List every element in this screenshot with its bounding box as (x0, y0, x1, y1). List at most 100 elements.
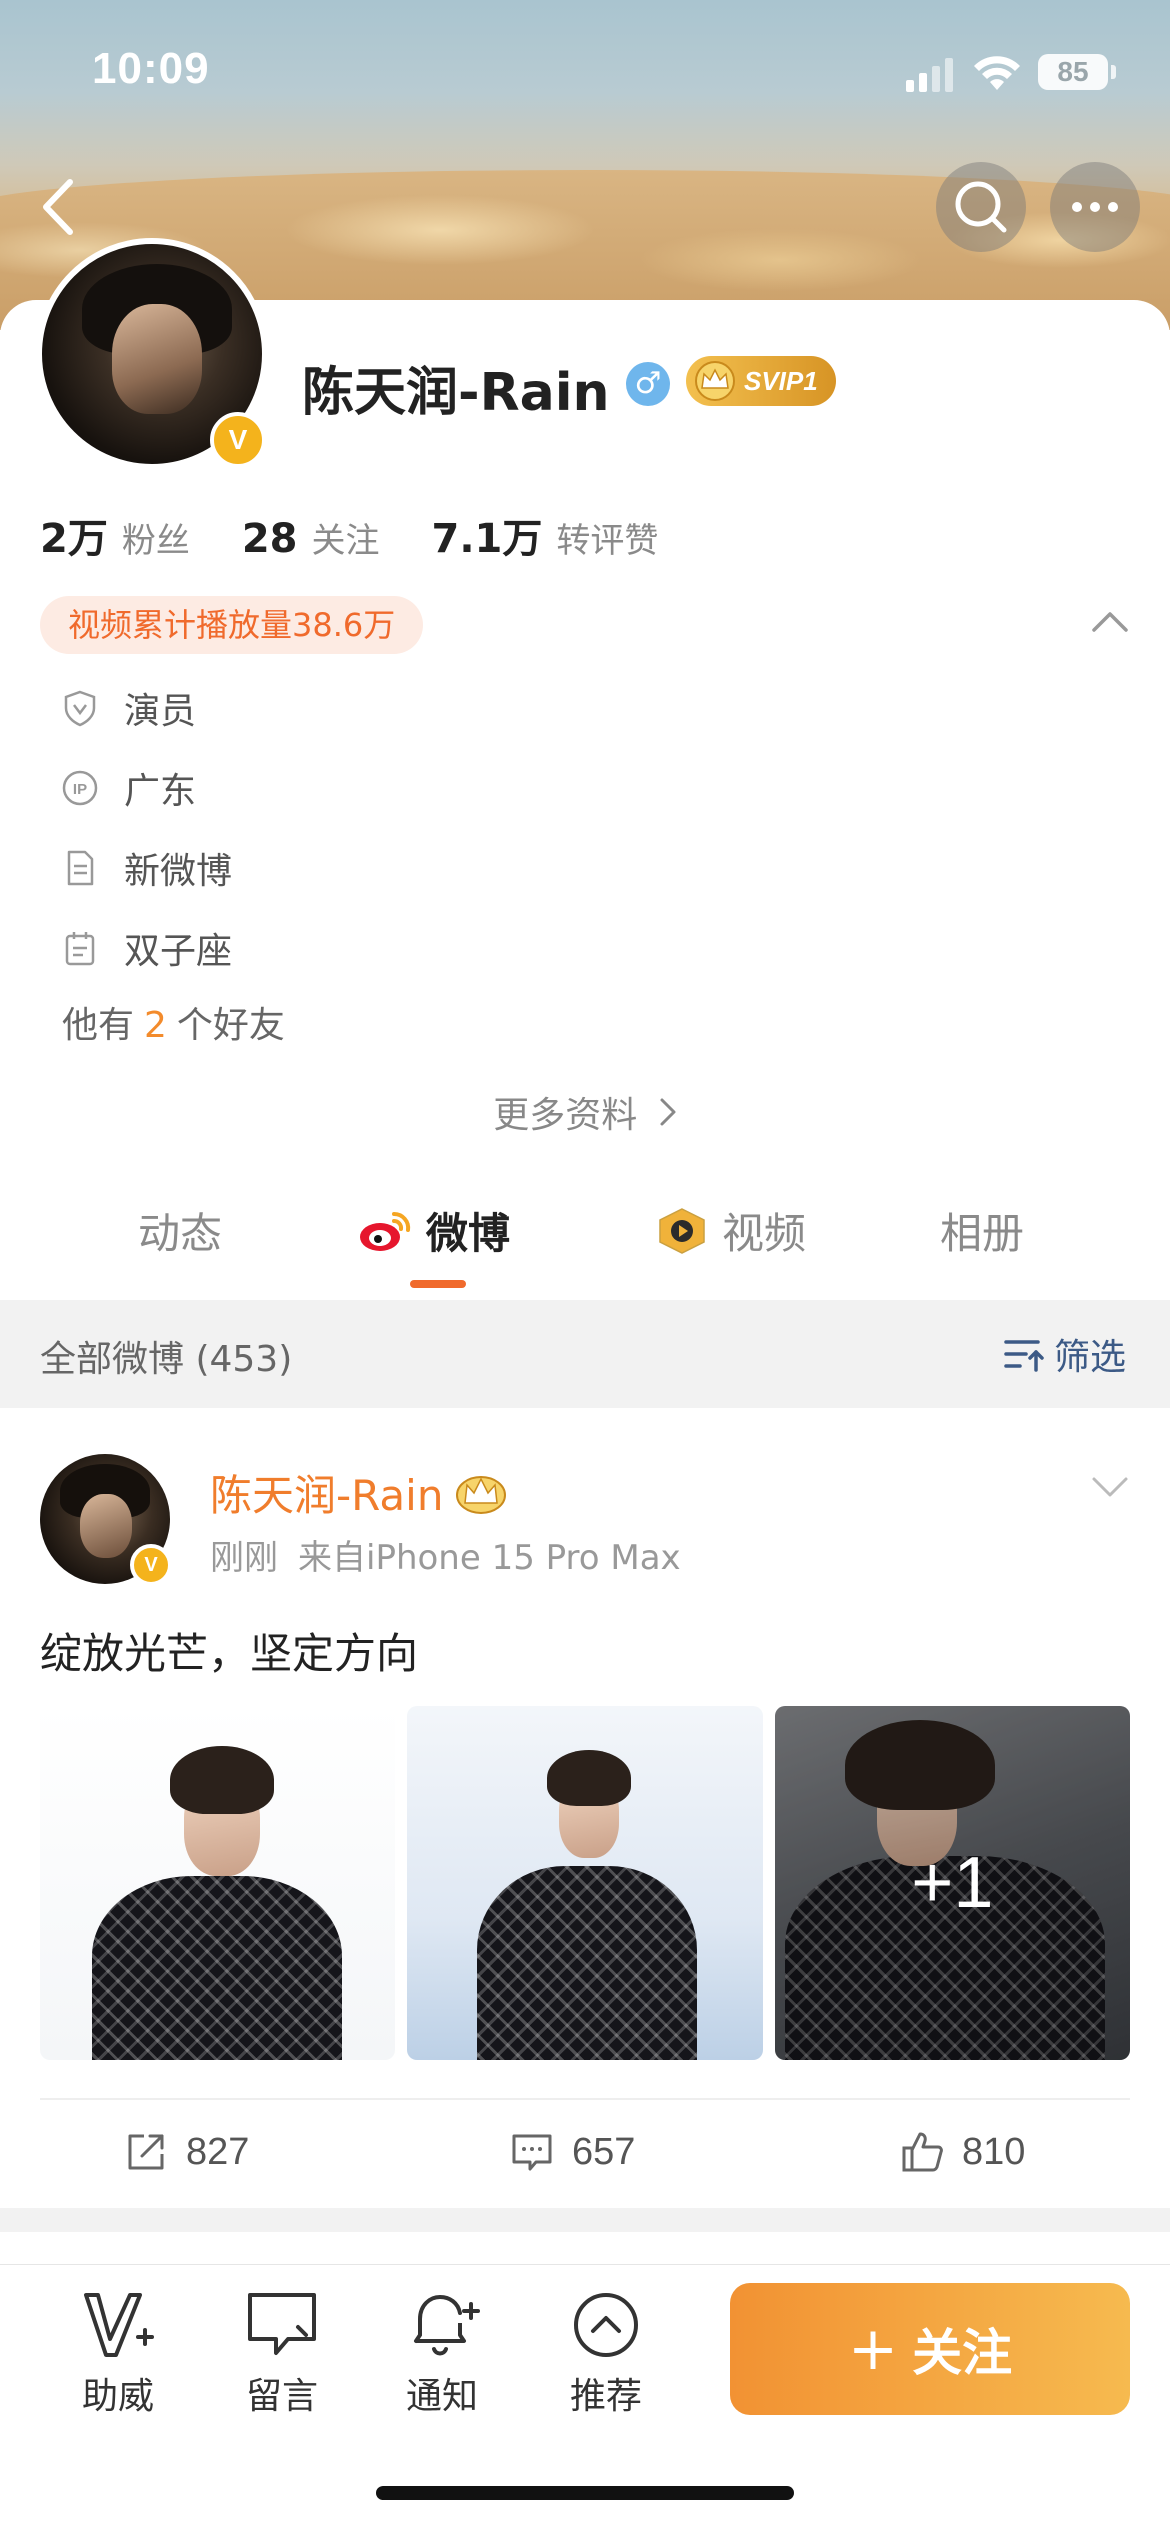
weibo-logo-icon (360, 1211, 411, 1251)
post-author-avatar[interactable]: V (40, 1454, 172, 1586)
info-row-location: IP 广东 (60, 758, 196, 818)
search-button[interactable] (936, 162, 1026, 252)
chevron-up-circle-icon (574, 2293, 638, 2357)
profile-tabs: 动态 微博 视频 相册 (0, 1180, 1170, 1290)
tab-label: 相册 (940, 1209, 1025, 1258)
active-tab-indicator (410, 1280, 466, 1288)
feed-separator (0, 2208, 1170, 2232)
post-divider (40, 2098, 1130, 2100)
tab-video[interactable]: 视频 (652, 1200, 806, 1261)
post-actions: 827 657 810 (0, 2108, 1170, 2208)
search-icon (955, 181, 1007, 233)
stat-followers[interactable]: 2万 粉丝 (40, 506, 190, 564)
recommend-label: 推荐 (569, 2376, 642, 2417)
tab-album[interactable]: 相册 (940, 1200, 1024, 1261)
repost-icon (128, 2134, 164, 2170)
stat-label: 转评赞 (556, 521, 659, 561)
cheer-button[interactable]: 助威 (58, 2287, 178, 2419)
friends-suffix: 个好友 (176, 1005, 285, 1046)
author-label: 陈天润-Rain (210, 1471, 444, 1520)
post-image-3[interactable]: +1 (774, 1706, 1130, 2060)
more-images-count: +1 (774, 1706, 1130, 2060)
feed-header: 全部微博 (453) 筛选 (0, 1300, 1170, 1408)
home-indicator[interactable] (376, 2486, 794, 2500)
friends-row[interactable]: 他有 2 个好友 (62, 996, 285, 1048)
tab-dynamic[interactable]: 动态 (138, 1200, 222, 1261)
stat-interactions[interactable]: 7.1万 转评赞 (432, 506, 659, 564)
filter-sort-icon (1004, 1340, 1044, 1372)
thumbs-up-icon (902, 2132, 943, 2172)
message-button[interactable]: 留言 (222, 2287, 342, 2419)
calendar-icon (65, 932, 95, 966)
post-author-name[interactable]: 陈天润-Rain (210, 1462, 509, 1523)
filter-button[interactable]: 筛选 (1002, 1328, 1126, 1380)
back-button[interactable] (30, 172, 90, 242)
verified-badge-icon: V (210, 412, 266, 468)
post-text: 绽放光芒，坚定方向 (40, 1629, 419, 1678)
profile-name: 陈天润-Rain (302, 363, 610, 423)
post-source: 来自iPhone 15 Pro Max (298, 1538, 681, 1578)
more-options-button[interactable] (1050, 162, 1140, 252)
post-image-grid: +1 (40, 1706, 1130, 2060)
crown-icon (456, 1475, 507, 1514)
repost-count: 827 (186, 2130, 250, 2173)
chevron-up-icon[interactable] (1088, 606, 1132, 636)
info-row-zodiac: 双子座 (60, 918, 232, 978)
v-plus-icon (84, 2293, 154, 2357)
info-text: 演员 (124, 691, 197, 732)
crown-icon (695, 361, 735, 401)
video-badge-icon (659, 1207, 705, 1254)
post-meta: 刚刚 来自iPhone 15 Pro Max (210, 1530, 681, 1579)
document-icon (67, 850, 94, 886)
shield-icon (64, 690, 96, 727)
cellular-signal-icon (906, 58, 953, 92)
svip-badge[interactable]: SVIP1 (686, 356, 836, 406)
cheer-label: 助威 (81, 2376, 154, 2417)
comment-button[interactable]: 657 (510, 2130, 635, 2174)
info-text: 新微博 (124, 851, 233, 892)
plus-icon: + (847, 2314, 899, 2384)
male-gender-icon: ♂ (626, 362, 670, 406)
profile-avatar[interactable]: V (36, 238, 268, 470)
info-row-occupation: 演员 (60, 678, 196, 738)
tab-label: 微博 (426, 1209, 511, 1258)
comment-icon (512, 2134, 552, 2171)
tab-label: 动态 (138, 1209, 223, 1258)
stat-value: 2万 (40, 516, 108, 562)
recommend-button[interactable]: 推荐 (546, 2287, 666, 2419)
bell-plus-icon (414, 2294, 480, 2356)
stat-value: 7.1万 (431, 516, 543, 562)
more-info-link[interactable]: 更多资料 (0, 1086, 1170, 1138)
chevron-right-icon (660, 1098, 676, 1126)
chevron-down-icon[interactable] (1090, 1474, 1130, 1500)
like-button[interactable]: 810 (900, 2130, 1025, 2174)
status-bar: 10:09 85 (0, 0, 1170, 140)
profile-stats: 2万 粉丝 28 关注 7.1万 转评赞 (40, 506, 710, 566)
notify-label: 通知 (405, 2376, 478, 2417)
message-label: 留言 (245, 2376, 318, 2417)
notify-button[interactable]: 通知 (382, 2287, 502, 2419)
verified-badge-icon: V (130, 1544, 172, 1586)
stat-label: 关注 (311, 521, 380, 561)
svg-text:IP: IP (73, 781, 87, 798)
follow-button[interactable]: + 关注 (730, 2283, 1130, 2415)
filter-label: 筛选 (1053, 1337, 1126, 1378)
feed-count-label: 全部微博 (453) (40, 1339, 293, 1380)
post-image-2[interactable] (407, 1706, 763, 2060)
stat-following[interactable]: 28 关注 (242, 513, 380, 562)
tab-weibo[interactable]: 微博 (356, 1200, 510, 1261)
comment-count: 657 (572, 2130, 636, 2173)
status-time: 10:09 (92, 44, 210, 93)
follow-label: 关注 (912, 2324, 1013, 2382)
more-dots-icon (1072, 202, 1118, 212)
repost-button[interactable]: 827 (124, 2130, 249, 2174)
info-text: 双子座 (124, 931, 233, 972)
friends-prefix: 他有 (62, 1005, 135, 1046)
svip-label: SVIP1 (744, 366, 818, 396)
tab-label: 视频 (722, 1209, 807, 1258)
post-image-1[interactable] (40, 1706, 396, 2060)
video-plays-badge[interactable]: 视频累计播放量38.6万 (40, 596, 424, 654)
stat-label: 粉丝 (121, 521, 190, 561)
info-text: 广东 (124, 771, 197, 812)
like-count: 810 (962, 2130, 1026, 2173)
